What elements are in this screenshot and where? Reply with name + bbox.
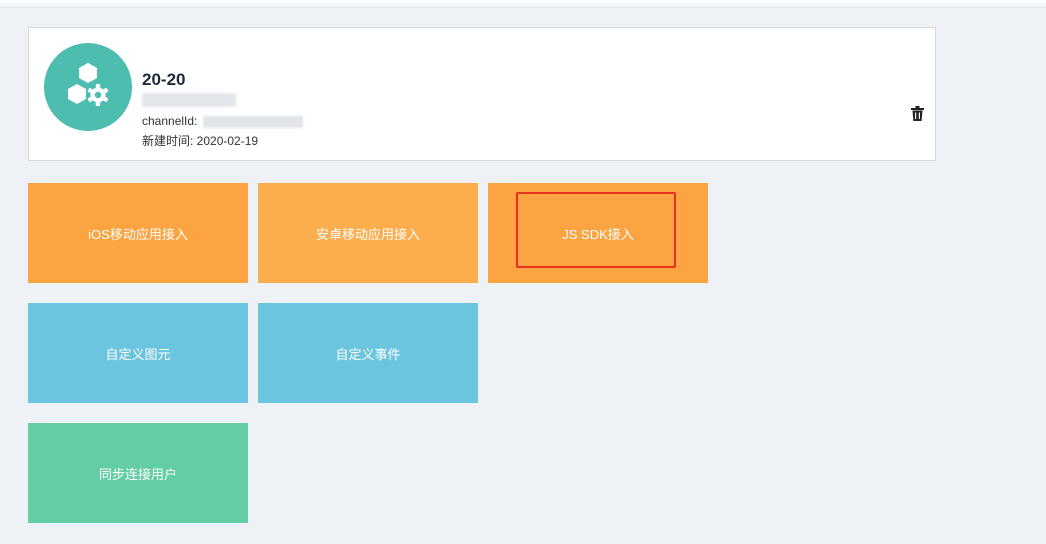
app-avatar [44, 43, 132, 131]
app-title: 20-20 [142, 70, 186, 89]
trash-icon [910, 105, 924, 121]
redacted-channel-id [202, 115, 303, 128]
top-strip [0, 0, 1046, 8]
delete-button[interactable] [908, 104, 926, 122]
hexagon-gear-icon [68, 63, 109, 106]
created-date: 新建时间: 2020-02-19 [142, 134, 259, 148]
tile-ios-access[interactable]: iOS移动应用接入 [28, 183, 248, 283]
tile-custom-glyph[interactable]: 自定义图元 [28, 303, 248, 403]
redacted-app-id [142, 93, 236, 107]
tile-android-access[interactable]: 安卓移动应用接入 [258, 183, 478, 283]
tile-custom-event[interactable]: 自定义事件 [258, 303, 478, 403]
channel-id-label: channelId: [142, 114, 201, 128]
tile-js-sdk-access[interactable]: JS SDK接入 [488, 183, 708, 283]
tile-sync-users[interactable]: 同步连接用户 [28, 423, 248, 523]
channel-id-line: channelId: [142, 114, 303, 128]
app-card: 20-20 channelId: 新建时间: 2020-02-19 [28, 27, 936, 161]
